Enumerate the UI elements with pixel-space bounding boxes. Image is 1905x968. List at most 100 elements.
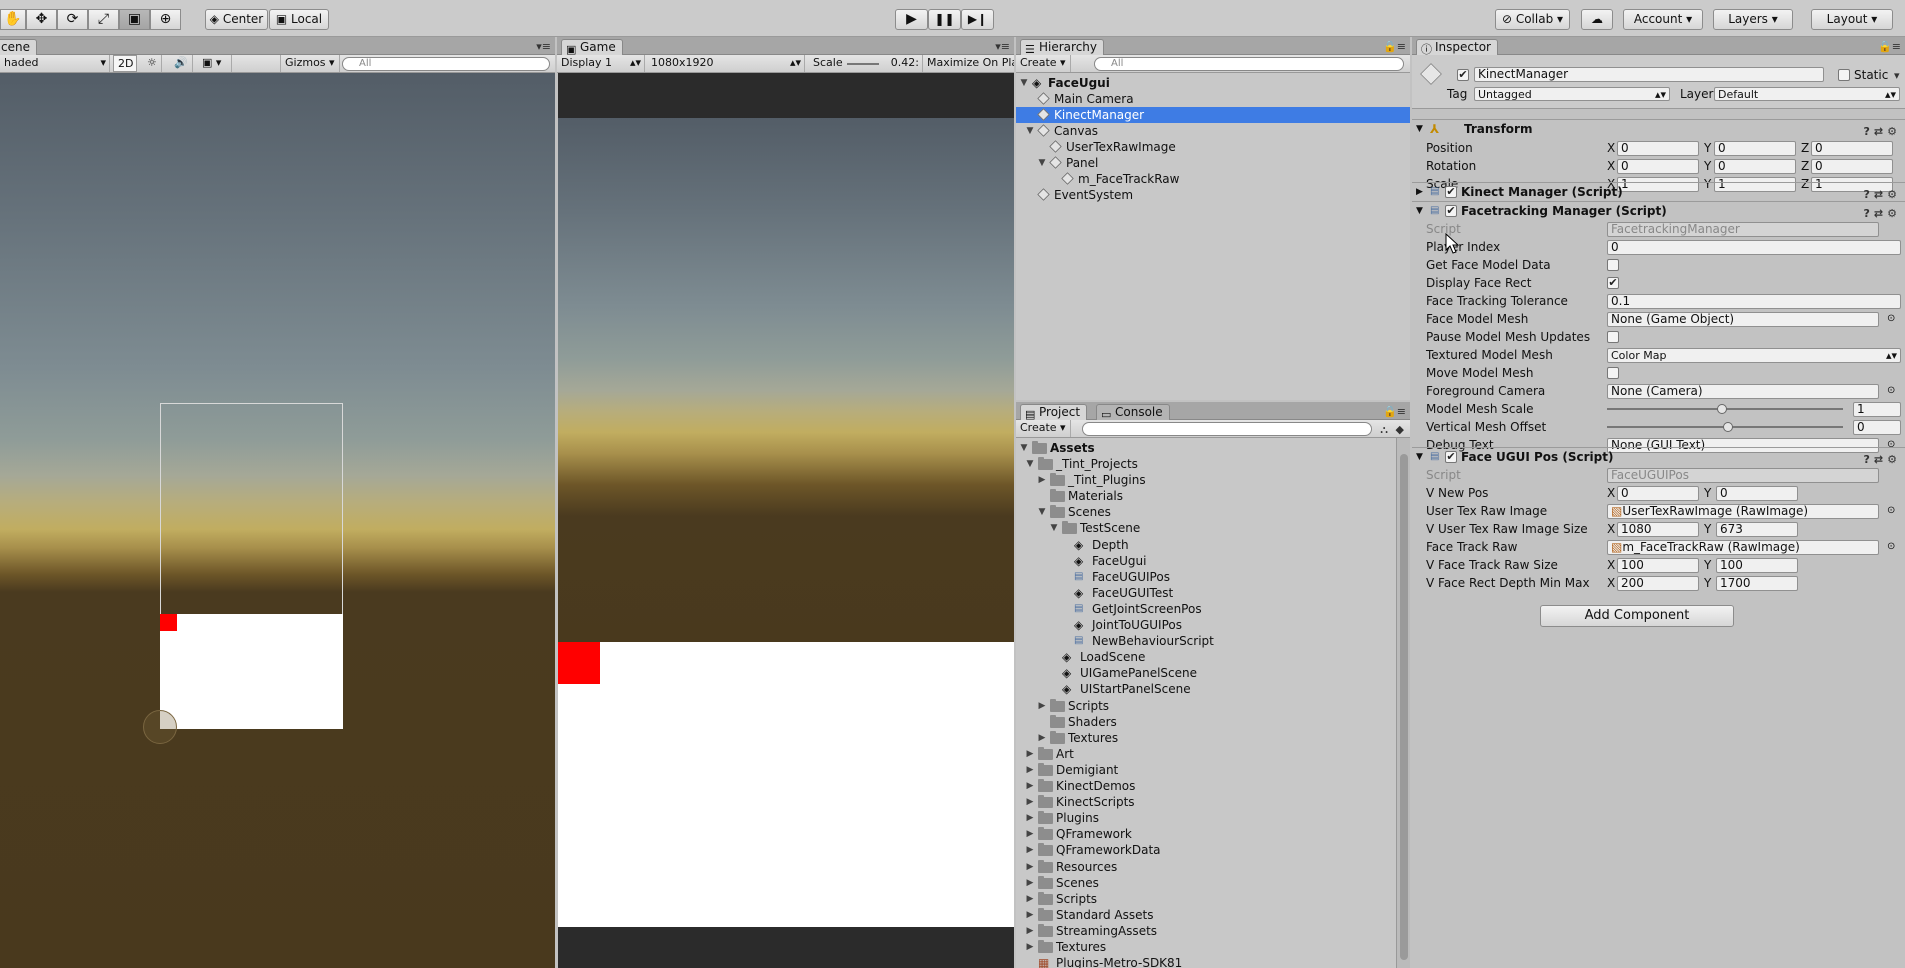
preset-icon[interactable]: ⇄ (1874, 207, 1887, 220)
project-item[interactable]: ▶ KinectDemos (1016, 778, 1396, 794)
lock-menu-icon[interactable]: 🔒≡ (1383, 40, 1406, 53)
foreground-camera-field[interactable]: None (Camera) (1607, 384, 1879, 399)
transform-y-input[interactable]: 0 (1714, 141, 1796, 156)
game-viewport[interactable] (558, 73, 1014, 968)
expand-arrow-icon[interactable]: ▶ (1024, 859, 1036, 875)
rect-tool-icon[interactable]: ▣ (119, 9, 150, 30)
scene-viewport[interactable] (0, 73, 555, 968)
preset-icon[interactable]: ⇄ (1874, 453, 1887, 466)
display-dropdown[interactable]: Display 1 ▴▾ (557, 55, 645, 72)
project-item[interactable]: ◈ JointToUGUIPos (1016, 617, 1396, 633)
project-item[interactable]: ▶ Scripts (1016, 698, 1396, 714)
project-item[interactable]: ▶ QFrameworkData (1016, 842, 1396, 858)
tag-dropdown[interactable]: Untagged ▴▾ (1474, 87, 1670, 101)
tab-console[interactable]: ▭ Console (1096, 404, 1170, 421)
object-name-input[interactable]: KinectManager (1474, 67, 1824, 82)
expand-arrow-icon[interactable]: ▶ (1024, 875, 1036, 891)
panel-menu-icon[interactable]: ▾≡ (995, 40, 1010, 53)
faceugui-header[interactable]: ▼ ▤ ✔ Face UGUI Pos (Script) ?⇄⚙ (1412, 447, 1905, 466)
project-item[interactable]: ▤ NewBehaviourScript (1016, 633, 1396, 649)
expand-arrow-icon[interactable]: ▶ (1024, 810, 1036, 826)
project-item[interactable]: ▶ QFramework (1016, 826, 1396, 842)
project-item[interactable]: ▶ KinectScripts (1016, 794, 1396, 810)
depth-min-input[interactable]: 200 (1617, 576, 1699, 591)
project-item[interactable]: ▦ Plugins-Metro-SDK81 (1016, 955, 1396, 968)
scale-slider[interactable] (847, 63, 879, 65)
collapse-arrow-icon[interactable]: ▼ (1416, 448, 1423, 466)
slider-knob[interactable] (1723, 422, 1733, 432)
mesh-scale-slider[interactable] (1607, 401, 1847, 417)
project-item[interactable]: ◈ UIStartPanelScene (1016, 681, 1396, 697)
hierarchy-item[interactable]: EventSystem (1016, 187, 1410, 203)
usertex-size-x-input[interactable]: 1080 (1617, 522, 1699, 537)
preset-icon[interactable]: ⇄ (1874, 125, 1887, 138)
tab-game[interactable]: ▣ Game (561, 39, 623, 56)
project-item[interactable]: Shaders (1016, 714, 1396, 730)
resolution-dropdown[interactable]: 1080x1920 ▴▾ (647, 55, 805, 72)
pivot-center-button[interactable]: ◈ Center (205, 9, 268, 30)
player-index-input[interactable]: 0 (1607, 240, 1901, 255)
mesh-offset-input[interactable]: 0 (1853, 420, 1901, 435)
canvas-rect-gizmo[interactable] (160, 403, 343, 615)
newpos-x-input[interactable]: 0 (1617, 486, 1699, 501)
hierarchy-item[interactable]: KinectManager (1016, 107, 1410, 123)
help-icon[interactable]: ? (1864, 188, 1874, 201)
transform-y-input[interactable]: 0 (1714, 159, 1796, 174)
layout-button[interactable]: Layout ▾ (1811, 9, 1893, 30)
hierarchy-item[interactable]: Main Camera (1016, 91, 1410, 107)
hierarchy-item[interactable]: m_FaceTrackRaw (1016, 171, 1410, 187)
expand-arrow-icon[interactable]: ▶ (1024, 891, 1036, 907)
project-item[interactable]: ▼ Scenes (1016, 504, 1396, 520)
pause-mesh-checkbox[interactable] (1607, 331, 1619, 343)
project-item[interactable]: ▤ FaceUGUIPos (1016, 569, 1396, 585)
project-search-input[interactable] (1082, 422, 1372, 436)
preset-icon[interactable]: ⇄ (1874, 188, 1887, 201)
transform-z-input[interactable]: 0 (1811, 141, 1893, 156)
project-item[interactable]: ◈ FaceUGUITest (1016, 585, 1396, 601)
hierarchy-item[interactable]: UserTexRawImage (1016, 139, 1410, 155)
project-item[interactable]: ▶ Scenes (1016, 875, 1396, 891)
maximize-on-play-toggle[interactable]: Maximize On Play (923, 55, 1014, 72)
project-item[interactable]: ▶ Art (1016, 746, 1396, 762)
project-item[interactable]: ▶ StreamingAssets (1016, 923, 1396, 939)
object-picker-icon[interactable]: ⊙ (1887, 383, 1895, 399)
project-item[interactable]: ▼ TestScene (1016, 520, 1396, 536)
face-model-mesh-field[interactable]: None (Game Object) (1607, 312, 1879, 327)
gear-icon[interactable]: ⚙ (1887, 207, 1901, 220)
gear-icon[interactable]: ⚙ (1887, 453, 1901, 466)
expand-arrow-icon[interactable]: ▶ (1024, 746, 1036, 762)
hierarchy-search-input[interactable]: All (1094, 57, 1404, 71)
shading-dropdown[interactable]: haded ▾ (0, 55, 110, 72)
transform-x-input[interactable]: 0 (1617, 159, 1699, 174)
play-button[interactable]: ▶ (895, 9, 928, 30)
tab-scene[interactable]: cene (0, 39, 37, 56)
effects-icon[interactable]: ▣ ▾ (198, 55, 232, 72)
tolerance-input[interactable]: 0.1 (1607, 294, 1901, 309)
kinect-manager-header[interactable]: ▶ ▤ ✔ Kinect Manager (Script) ?⇄⚙ (1412, 182, 1905, 201)
expand-arrow-icon[interactable]: ▶ (1036, 698, 1048, 714)
object-picker-icon[interactable]: ⊙ (1887, 539, 1895, 555)
expand-arrow-icon[interactable]: ▼ (1048, 520, 1060, 536)
expand-arrow-icon[interactable]: ▼ (1018, 75, 1030, 91)
tab-project[interactable]: ▤ Project (1020, 404, 1088, 421)
project-item[interactable]: ▤ GetJointScreenPos (1016, 601, 1396, 617)
lock-menu-icon[interactable]: 🔒≡ (1878, 40, 1901, 53)
pivot-local-button[interactable]: ▣ Local (269, 9, 329, 30)
tab-inspector[interactable]: ⓘ Inspector (1416, 39, 1498, 56)
expand-arrow-icon[interactable]: ▶ (1416, 183, 1423, 201)
active-checkbox[interactable]: ✔ (1457, 69, 1469, 81)
lock-menu-icon[interactable]: 🔒≡ (1383, 405, 1406, 418)
hand-icon[interactable]: ✋ (0, 9, 26, 30)
usertex-field[interactable]: ▧UserTexRawImage (RawImage) (1607, 504, 1879, 519)
facetracking-header[interactable]: ▼ ▤ ✔ Facetracking Manager (Script) ?⇄⚙ (1412, 201, 1905, 220)
lighting-icon[interactable]: ☼ (143, 55, 162, 72)
filter-type-icon[interactable]: ⛬ (1380, 423, 1388, 437)
expand-arrow-icon[interactable]: ▶ (1036, 730, 1048, 746)
collapse-arrow-icon[interactable]: ▼ (1416, 202, 1423, 220)
mesh-scale-input[interactable]: 1 (1853, 402, 1901, 417)
gear-icon[interactable]: ⚙ (1887, 188, 1901, 201)
account-button[interactable]: Account ▾ (1623, 9, 1703, 30)
expand-arrow-icon[interactable]: ▶ (1024, 923, 1036, 939)
hierarchy-create-button[interactable]: Create ▾ (1016, 55, 1071, 72)
panel-menu-icon[interactable]: ▾≡ (536, 40, 551, 53)
